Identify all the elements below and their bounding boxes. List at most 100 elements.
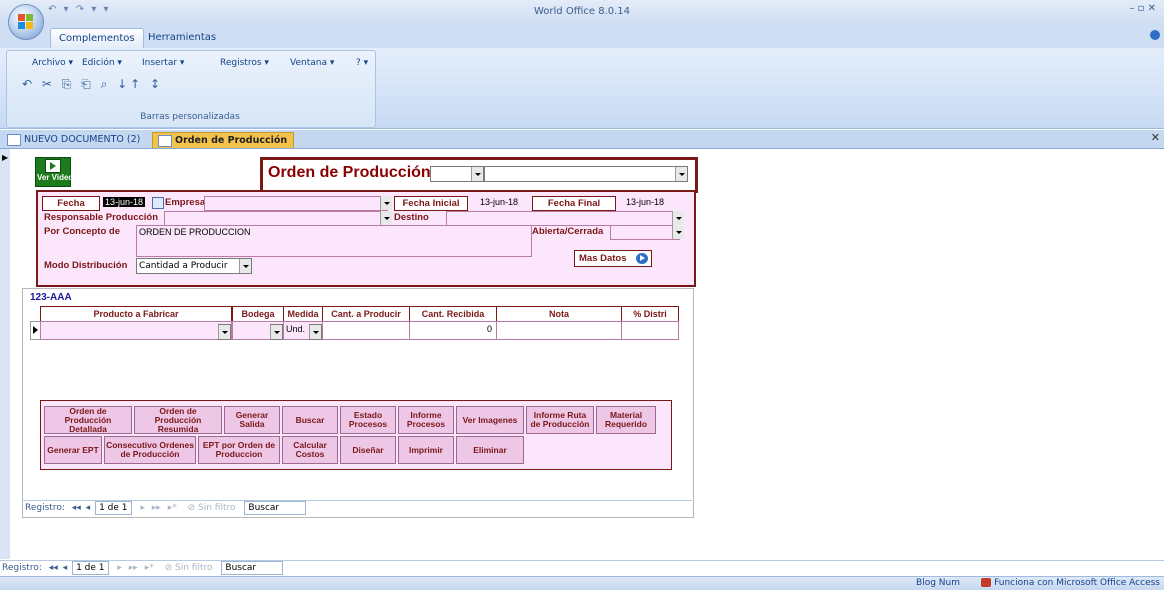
generar-salida-button[interactable]: Generar Salida	[224, 406, 280, 434]
office-button[interactable]	[8, 4, 44, 40]
cell-cant-recibida[interactable]: 0	[409, 321, 497, 340]
fecha-final-label: Fecha Final	[532, 196, 616, 211]
informe-procesos-button[interactable]: Informe Procesos	[398, 406, 454, 434]
fecha-final-value[interactable]: 13-jun-18	[626, 197, 664, 207]
ver-video-label: Ver Video	[37, 173, 74, 182]
nav-search-input[interactable]: Buscar	[221, 561, 284, 575]
fecha-inicial-value[interactable]: 13-jun-18	[480, 197, 518, 207]
filter-icon[interactable]: ⊘	[188, 501, 196, 515]
calendar-icon[interactable]	[152, 197, 164, 209]
menu-insertar[interactable]: Insertar ▾	[142, 58, 184, 68]
current-record-arrow-icon: ▶	[2, 153, 9, 162]
title-type-combo[interactable]	[430, 166, 484, 182]
cell-producto[interactable]	[40, 321, 232, 340]
nav-new-icon[interactable]: ▸*	[168, 501, 177, 515]
nav-first-icon[interactable]: ◂◂	[72, 501, 81, 515]
doc-tab-nuevo-documento[interactable]: NUEVO DOCUMENTO (2)	[2, 132, 146, 147]
informe-ruta-button[interactable]: Informe Ruta de Producción	[526, 406, 594, 434]
doc-tab-label: NUEVO DOCUMENTO (2)	[24, 134, 141, 145]
cell-bodega[interactable]	[232, 321, 284, 340]
modo-distribucion-combo[interactable]: Cantidad a Producir	[136, 258, 252, 274]
window-controls[interactable]: – ▫ ✕	[1129, 3, 1156, 14]
nav-label: Registro:	[25, 503, 65, 513]
nav-next-icon[interactable]: ▸	[117, 561, 122, 575]
close-document-icon[interactable]: ✕	[1151, 131, 1160, 144]
dropdown-arrow-icon[interactable]	[270, 325, 282, 339]
bodega-combo-arrow[interactable]	[270, 324, 283, 340]
dropdown-arrow-icon[interactable]	[309, 325, 321, 339]
cell-nota[interactable]	[496, 321, 622, 340]
help-icon[interactable]	[1150, 30, 1160, 40]
abierta-cerrada-field[interactable]	[610, 225, 680, 240]
orden-resumida-button[interactable]: Orden de Producción Resumida	[134, 406, 222, 434]
doc-tab-orden-produccion[interactable]: Orden de Producción	[152, 132, 295, 148]
consecutivo-ordenes-button[interactable]: Consecutivo Ordenes de Producción	[104, 436, 196, 464]
menu-help[interactable]: ? ▾	[356, 58, 368, 68]
nav-filter[interactable]: Sin filtro	[175, 561, 213, 575]
nav-last-icon[interactable]: ▸▸	[152, 501, 161, 515]
menu-archivo[interactable]: Archivo ▾	[32, 58, 73, 68]
destino-field[interactable]	[446, 211, 680, 226]
mas-datos-label: Mas Datos	[579, 253, 627, 264]
empresa-field[interactable]	[204, 196, 388, 211]
destino-combo-arrow[interactable]	[672, 211, 684, 225]
nav-prev-icon[interactable]: ◂	[63, 561, 68, 575]
main-record-navigator: Registro: ◂◂ ◂ 1 de 1 ▸ ▸▸ ▸* ⊘ Sin filt…	[0, 560, 1164, 575]
ver-video-button[interactable]: Ver Video	[35, 157, 74, 187]
title-document-combo[interactable]	[484, 166, 688, 182]
dropdown-arrow-icon[interactable]	[672, 225, 684, 239]
eliminar-button[interactable]: Eliminar	[456, 436, 524, 464]
nav-new-icon[interactable]: ▸*	[145, 561, 154, 575]
generar-ept-button[interactable]: Generar EPT	[44, 436, 102, 464]
subform-record-navigator: Registro: ◂◂ ◂ 1 de 1 ▸ ▸▸ ▸* ⊘ Sin filt…	[23, 500, 692, 515]
responsable-field[interactable]	[164, 211, 388, 226]
form-title: Orden de Producción	[268, 164, 431, 181]
dropdown-arrow-icon[interactable]	[239, 259, 251, 273]
responsable-combo-arrow[interactable]	[380, 211, 392, 225]
dropdown-arrow-icon[interactable]	[380, 211, 392, 225]
col-nota: Nota	[496, 306, 622, 322]
ept-por-orden-button[interactable]: EPT por Orden de Produccion	[198, 436, 280, 464]
nav-last-icon[interactable]: ▸▸	[129, 561, 138, 575]
menu-registros[interactable]: Registros ▾	[220, 58, 269, 68]
toolbar-icons[interactable]: ↶ ✂ ⎘ ⎗ ⌕ ↓↑ ↕	[22, 77, 163, 92]
mas-datos-button[interactable]: Mas Datos	[574, 250, 652, 267]
cell-porc-distri[interactable]	[621, 321, 679, 340]
filter-icon[interactable]: ⊘	[165, 561, 173, 575]
medida-combo-arrow[interactable]	[309, 324, 322, 340]
orden-detallada-button[interactable]: Orden de Producción Detallada	[44, 406, 132, 434]
ver-imagenes-button[interactable]: Ver Imagenes	[456, 406, 524, 434]
dropdown-arrow-icon[interactable]	[380, 196, 392, 210]
dropdown-arrow-icon[interactable]	[672, 211, 684, 225]
subform-code: 123-AAA	[30, 292, 72, 303]
producto-combo-arrow[interactable]	[218, 324, 231, 340]
nav-next-icon[interactable]: ▸	[140, 501, 145, 515]
empresa-combo-arrow[interactable]	[380, 196, 392, 210]
menu-edicion[interactable]: Edición ▾	[82, 58, 122, 68]
calcular-costos-button[interactable]: Calcular Costos	[282, 436, 338, 464]
nav-position[interactable]: 1 de 1	[72, 561, 109, 575]
menu-ventana[interactable]: Ventana ▾	[290, 58, 334, 68]
col-cant-recibida: Cant. Recibida	[409, 306, 497, 322]
cell-medida[interactable]: Und.	[283, 321, 323, 340]
material-requerido-button[interactable]: Material Requerido	[596, 406, 656, 434]
buscar-button[interactable]: Buscar	[282, 406, 338, 434]
cell-cant-producir[interactable]	[322, 321, 410, 340]
abierta-combo-arrow[interactable]	[672, 225, 684, 239]
imprimir-button[interactable]: Imprimir	[398, 436, 454, 464]
disenar-button[interactable]: Diseñar	[340, 436, 396, 464]
nav-first-icon[interactable]: ◂◂	[49, 561, 58, 575]
fecha-inicial-label: Fecha Inicial	[394, 196, 468, 211]
ribbon-tab-herramientas[interactable]: Herramientas	[140, 28, 224, 47]
dropdown-arrow-icon[interactable]	[471, 167, 483, 181]
nav-prev-icon[interactable]: ◂	[86, 501, 91, 515]
dropdown-arrow-icon[interactable]	[675, 167, 687, 181]
fecha-input[interactable]: 13-jun-18	[103, 197, 146, 207]
estado-procesos-button[interactable]: Estado Procesos	[340, 406, 396, 434]
concepto-field[interactable]: ORDEN DE PRODUCCION	[136, 225, 532, 257]
nav-filter[interactable]: Sin filtro	[198, 501, 236, 515]
dropdown-arrow-icon[interactable]	[218, 325, 230, 339]
nav-position[interactable]: 1 de 1	[95, 501, 132, 515]
nav-search-input[interactable]: Buscar	[244, 501, 307, 515]
ribbon-tab-complementos[interactable]: Complementos	[50, 28, 144, 48]
